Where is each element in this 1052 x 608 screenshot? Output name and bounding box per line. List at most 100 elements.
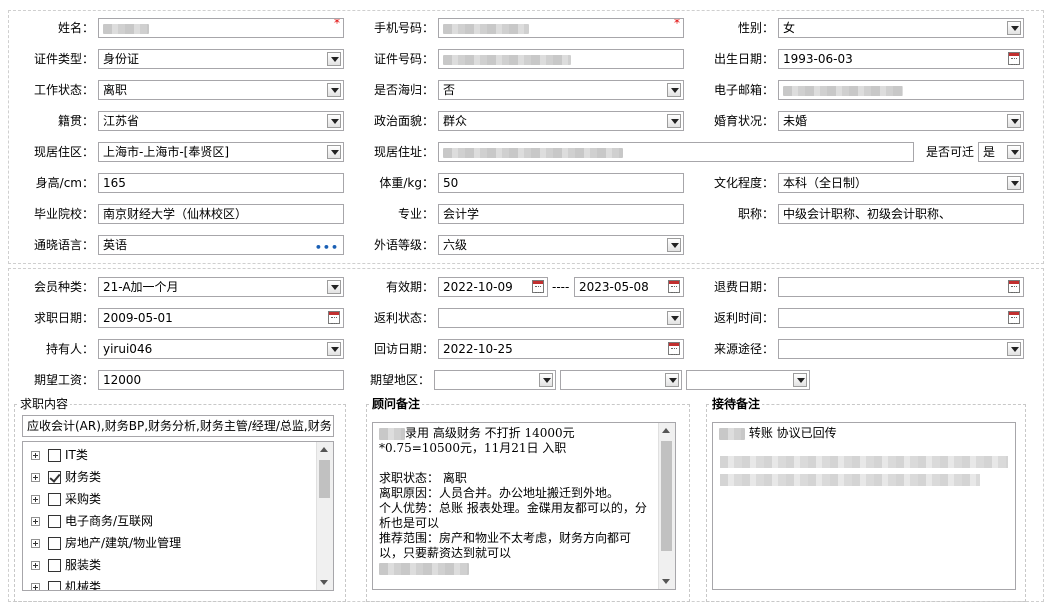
expand-icon[interactable]	[31, 473, 40, 482]
visit-date-input[interactable]: 2022-10-25	[438, 339, 684, 359]
expand-icon[interactable]	[31, 561, 40, 570]
work-status-select[interactable]: 离职	[98, 80, 344, 100]
overseas-select[interactable]: 否	[438, 80, 684, 100]
chevron-down-icon[interactable]	[1007, 176, 1021, 190]
name-input[interactable]: *	[98, 18, 344, 38]
checkbox[interactable]	[48, 581, 61, 590]
chevron-down-icon[interactable]	[327, 145, 341, 159]
checkbox[interactable]	[48, 537, 61, 550]
expand-icon[interactable]	[31, 451, 40, 460]
job-content-summary[interactable]: 应收会计(AR),财务BP,财务分析,财务主管/经理/总监,财务	[22, 415, 334, 437]
tree-item[interactable]: IT类	[31, 444, 88, 466]
tree-item[interactable]: 财务类	[31, 466, 101, 488]
refund-date-input[interactable]	[778, 277, 1024, 297]
id-number-input[interactable]	[438, 49, 684, 69]
scroll-thumb[interactable]	[319, 460, 330, 498]
native-place-select[interactable]: 江苏省	[98, 111, 344, 131]
rebate-time-input[interactable]	[778, 308, 1024, 328]
phone-input[interactable]: *	[438, 18, 684, 38]
chevron-down-icon[interactable]	[1007, 21, 1021, 35]
checkbox[interactable]	[48, 515, 61, 528]
chevron-down-icon[interactable]	[539, 373, 553, 387]
weight-input[interactable]: 50	[438, 173, 684, 193]
calendar-icon[interactable]	[1008, 280, 1020, 293]
chevron-down-icon[interactable]	[667, 83, 681, 97]
chevron-down-icon[interactable]	[327, 83, 341, 97]
tree-item[interactable]: 采购类	[31, 488, 101, 510]
calendar-icon[interactable]	[668, 280, 680, 293]
tree-scrollbar[interactable]	[316, 442, 333, 590]
member-type-select[interactable]: 21-A加一个月	[98, 277, 344, 297]
chevron-down-icon[interactable]	[1007, 114, 1021, 128]
marital-select[interactable]: 未婚	[778, 111, 1024, 131]
expand-icon[interactable]	[31, 539, 40, 548]
id-number-label: 证件号码：	[373, 52, 434, 66]
id-type-select[interactable]: 身份证	[98, 49, 344, 69]
scroll-down-icon[interactable]	[662, 579, 670, 584]
relocate-select[interactable]: 是	[978, 142, 1024, 162]
tree-item[interactable]: 服装类	[31, 554, 101, 576]
email-input[interactable]	[778, 80, 1024, 100]
chevron-down-icon[interactable]	[665, 373, 679, 387]
calendar-icon[interactable]	[1008, 52, 1020, 65]
tree-item[interactable]: 电子商务/互联网	[31, 510, 153, 532]
language-input[interactable]: 英语 •••	[98, 235, 344, 255]
chevron-down-icon[interactable]	[1007, 342, 1021, 356]
checkbox-checked[interactable]	[48, 471, 61, 484]
calendar-icon[interactable]	[668, 342, 680, 355]
checkbox[interactable]	[48, 493, 61, 506]
residence-address-input[interactable]	[438, 142, 914, 162]
chevron-down-icon[interactable]	[667, 238, 681, 252]
foreign-level-select[interactable]: 六级	[438, 235, 684, 255]
region-province-select[interactable]	[434, 370, 556, 390]
title-input[interactable]: 中级会计职称、初级会计职称、	[778, 204, 1024, 224]
residence-address-label: 现居住址：	[373, 145, 434, 159]
scroll-down-icon[interactable]	[320, 580, 328, 585]
region-city-select[interactable]	[560, 370, 682, 390]
calendar-icon[interactable]	[328, 311, 340, 324]
reception-notes-textarea[interactable]: 转账 协议已回传	[712, 422, 1016, 590]
expand-icon[interactable]	[31, 517, 40, 526]
calendar-icon[interactable]	[532, 280, 544, 293]
school-input[interactable]: 南京财经大学（仙林校区）	[98, 204, 344, 224]
rebate-status-select[interactable]	[438, 308, 684, 328]
chevron-down-icon[interactable]	[327, 342, 341, 356]
checkbox[interactable]	[48, 449, 61, 462]
chevron-down-icon[interactable]	[667, 114, 681, 128]
chevron-down-icon[interactable]	[327, 114, 341, 128]
validity-from-input[interactable]: 2022-10-09	[438, 277, 548, 297]
expand-icon[interactable]	[31, 495, 40, 504]
education-select[interactable]: 本科（全日制）	[778, 173, 1024, 193]
political-select[interactable]: 群众	[438, 111, 684, 131]
residence-area-select[interactable]: 上海市-上海市-[奉贤区]	[98, 142, 344, 162]
advisor-notes-textarea[interactable]: 录用 高级财务 不打折 14000元*0.75=10500元，11月21日 入职…	[372, 422, 676, 590]
scroll-up-icon[interactable]	[320, 447, 328, 452]
region-district-select[interactable]	[686, 370, 810, 390]
scroll-thumb[interactable]	[661, 441, 672, 551]
salary-input[interactable]: 12000	[98, 370, 344, 390]
rebate-status-label: 返利状态：	[373, 311, 434, 325]
birth-date-input[interactable]: 1993-06-03	[778, 49, 1024, 69]
work-status-label: 工作状态：	[33, 83, 94, 97]
chevron-down-icon[interactable]	[667, 311, 681, 325]
expand-icon[interactable]	[31, 583, 40, 590]
job-category-tree[interactable]: IT类 财务类 采购类 电子商务/互联网 房地产/建筑/物业管理 服装类 机械类	[22, 441, 334, 591]
calendar-icon[interactable]	[1008, 311, 1020, 324]
tree-item[interactable]: 房地产/建筑/物业管理	[31, 532, 181, 554]
chevron-down-icon[interactable]	[327, 280, 341, 294]
height-input[interactable]: 165	[98, 173, 344, 193]
holder-select[interactable]: yirui046	[98, 339, 344, 359]
chevron-down-icon[interactable]	[793, 373, 807, 387]
tree-item[interactable]: 机械类	[31, 576, 101, 590]
scroll-up-icon[interactable]	[662, 428, 670, 433]
validity-to-input[interactable]: 2023-05-08	[574, 277, 684, 297]
source-select[interactable]	[778, 339, 1024, 359]
chevron-down-icon[interactable]	[1007, 145, 1021, 159]
more-options-icon[interactable]: •••	[315, 239, 339, 254]
job-date-input[interactable]: 2009-05-01	[98, 308, 344, 328]
advisor-notes-scrollbar[interactable]	[658, 423, 675, 589]
chevron-down-icon[interactable]	[327, 52, 341, 66]
checkbox[interactable]	[48, 559, 61, 572]
gender-select[interactable]: 女	[778, 18, 1024, 38]
major-input[interactable]: 会计学	[438, 204, 684, 224]
